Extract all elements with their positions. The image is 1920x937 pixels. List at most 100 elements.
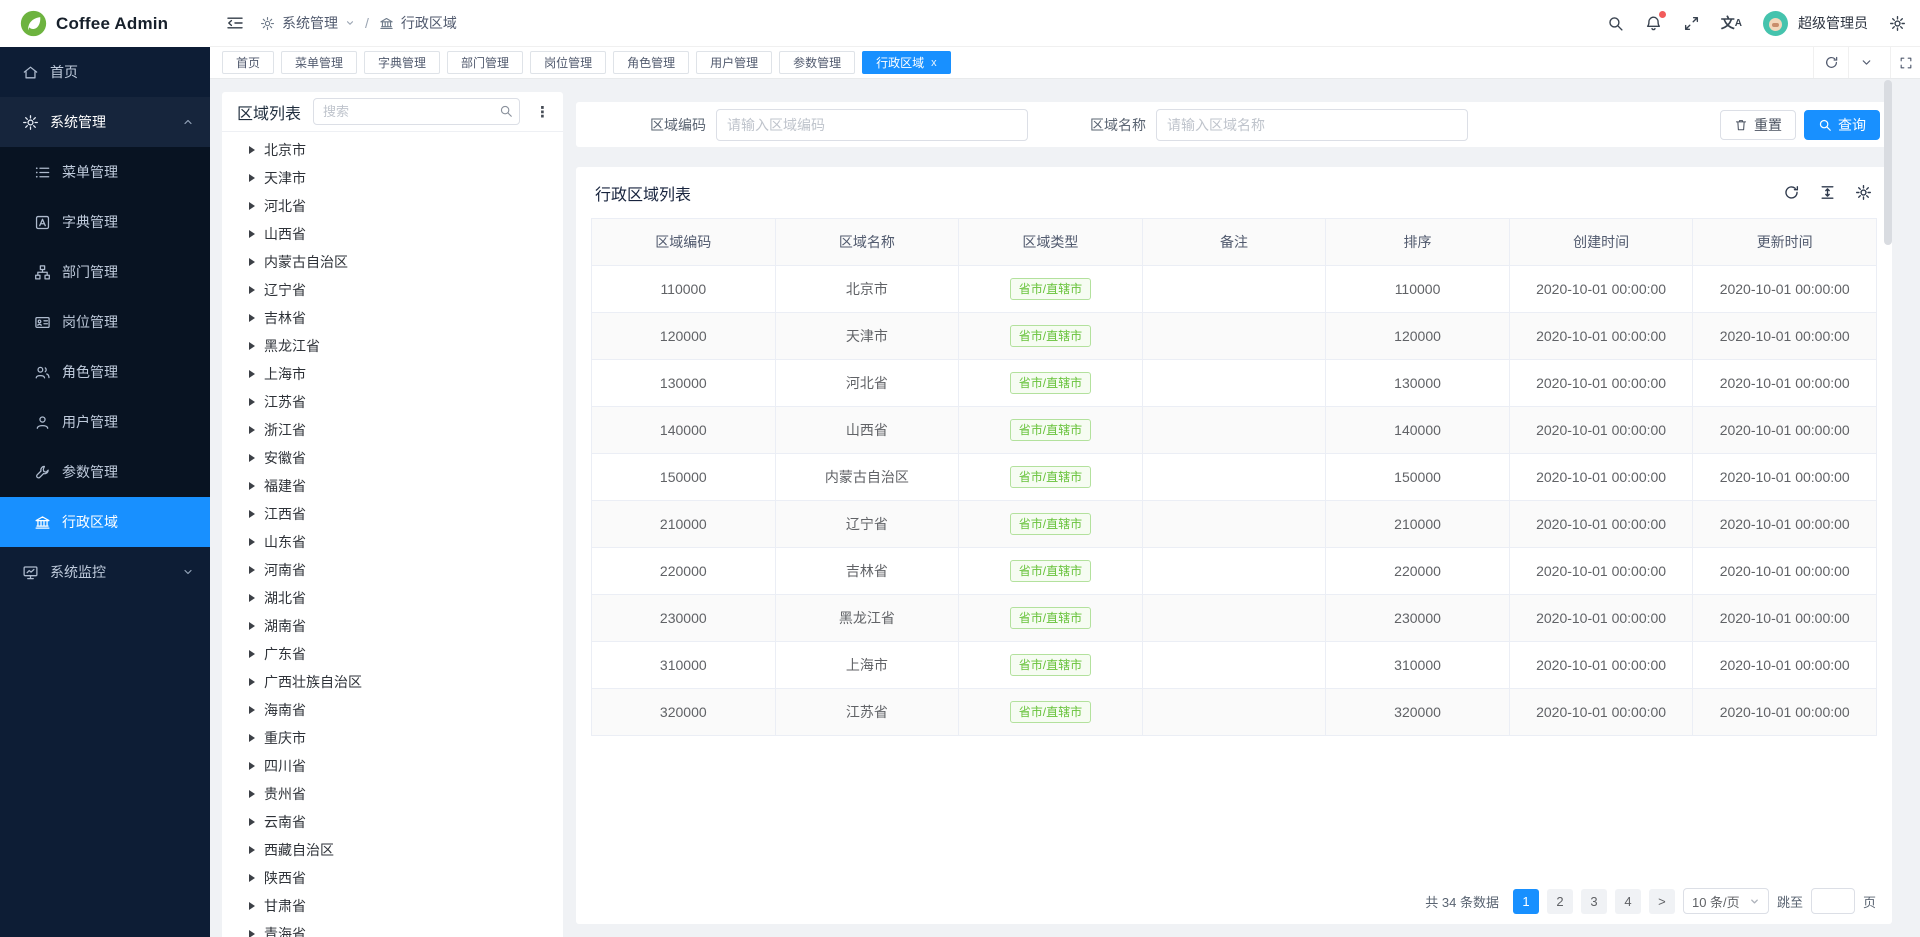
caret-right-icon[interactable]	[249, 286, 255, 294]
page-button[interactable]: 4	[1615, 889, 1641, 914]
page-button-active[interactable]: 1	[1513, 889, 1539, 914]
bell-icon[interactable]	[1645, 15, 1662, 32]
caret-right-icon[interactable]	[249, 258, 255, 266]
tree-item[interactable]: 北京市	[222, 136, 563, 164]
close-icon[interactable]: x	[931, 57, 937, 69]
page-size-select[interactable]: 10 条/页	[1683, 888, 1769, 914]
tab[interactable]: 首页	[222, 51, 274, 74]
sidebar-item-param-mgmt[interactable]: 参数管理	[0, 447, 210, 497]
sidebar-item-region[interactable]: 行政区域	[0, 497, 210, 547]
table-row[interactable]: 230000 黑龙江省 省市/直辖市 230000 2020-10-01 00:…	[592, 595, 1877, 642]
page-button[interactable]: 3	[1581, 889, 1607, 914]
caret-right-icon[interactable]	[249, 734, 255, 742]
caret-right-icon[interactable]	[249, 706, 255, 714]
refresh-icon[interactable]	[1783, 184, 1800, 201]
tree-item[interactable]: 江西省	[222, 500, 563, 528]
caret-right-icon[interactable]	[249, 398, 255, 406]
tree-item[interactable]: 贵州省	[222, 780, 563, 808]
tree-item[interactable]: 湖北省	[222, 584, 563, 612]
tree-item[interactable]: 天津市	[222, 164, 563, 192]
tree-item[interactable]: 四川省	[222, 752, 563, 780]
tree-item[interactable]: 河北省	[222, 192, 563, 220]
tree-item[interactable]: 云南省	[222, 808, 563, 836]
scrollbar-thumb[interactable]	[1884, 80, 1892, 245]
search-icon[interactable]	[1607, 15, 1624, 32]
gear-icon[interactable]	[1855, 184, 1872, 201]
page-button[interactable]: 2	[1547, 889, 1573, 914]
caret-right-icon[interactable]	[249, 566, 255, 574]
tree-item[interactable]: 海南省	[222, 696, 563, 724]
table-row[interactable]: 220000 吉林省 省市/直辖市 220000 2020-10-01 00:0…	[592, 548, 1877, 595]
table-row[interactable]: 210000 辽宁省 省市/直辖市 210000 2020-10-01 00:0…	[592, 501, 1877, 548]
tree-search-input[interactable]	[313, 98, 520, 125]
user-name[interactable]: 超级管理员	[1798, 13, 1868, 33]
tree-item[interactable]: 甘肃省	[222, 892, 563, 920]
jump-page-input[interactable]	[1811, 888, 1855, 914]
caret-right-icon[interactable]	[249, 622, 255, 630]
tree-item[interactable]: 湖南省	[222, 612, 563, 640]
tab[interactable]: 菜单管理	[281, 51, 357, 74]
sidebar-item-post-mgmt[interactable]: 岗位管理	[0, 297, 210, 347]
sidebar-item-dict-mgmt[interactable]: 字典管理	[0, 197, 210, 247]
caret-right-icon[interactable]	[249, 762, 255, 770]
tab[interactable]: 岗位管理	[530, 51, 606, 74]
tree-item[interactable]: 山东省	[222, 528, 563, 556]
tree-item[interactable]: 河南省	[222, 556, 563, 584]
tab[interactable]: 用户管理	[696, 51, 772, 74]
tree-item[interactable]: 广西壮族自治区	[222, 668, 563, 696]
caret-right-icon[interactable]	[249, 902, 255, 910]
table-row[interactable]: 120000 天津市 省市/直辖市 120000 2020-10-01 00:0…	[592, 313, 1877, 360]
sidebar-item-dept-mgmt[interactable]: 部门管理	[0, 247, 210, 297]
tree-item[interactable]: 青海省	[222, 920, 563, 937]
chevron-down-icon[interactable]	[1848, 47, 1883, 78]
tree-item[interactable]: 黑龙江省	[222, 332, 563, 360]
tree-item[interactable]: 浙江省	[222, 416, 563, 444]
sidebar-item-system[interactable]: 系统管理	[0, 97, 210, 147]
refresh-icon[interactable]	[1813, 47, 1848, 78]
maximize-icon[interactable]	[1890, 47, 1920, 78]
table-row[interactable]: 310000 上海市 省市/直辖市 310000 2020-10-01 00:0…	[592, 642, 1877, 689]
tab[interactable]: 角色管理	[613, 51, 689, 74]
caret-right-icon[interactable]	[249, 678, 255, 686]
region-name-input[interactable]	[1156, 109, 1468, 141]
caret-right-icon[interactable]	[249, 454, 255, 462]
table-row[interactable]: 320000 江苏省 省市/直辖市 320000 2020-10-01 00:0…	[592, 689, 1877, 736]
caret-right-icon[interactable]	[249, 482, 255, 490]
menu-fold-icon[interactable]	[226, 15, 244, 31]
translate-icon[interactable]: 文A	[1721, 13, 1742, 33]
tab-active-region[interactable]: 行政区域 x	[862, 51, 951, 74]
fullscreen-icon[interactable]	[1683, 15, 1700, 32]
tree-item[interactable]: 重庆市	[222, 724, 563, 752]
tree-item[interactable]: 广东省	[222, 640, 563, 668]
sidebar-item-monitor[interactable]: 系统监控	[0, 547, 210, 597]
caret-right-icon[interactable]	[249, 510, 255, 518]
sidebar-item-home[interactable]: 首页	[0, 47, 210, 97]
search-icon[interactable]	[499, 104, 513, 118]
tree-item[interactable]: 内蒙古自治区	[222, 248, 563, 276]
caret-right-icon[interactable]	[249, 426, 255, 434]
caret-right-icon[interactable]	[249, 874, 255, 882]
tree-item[interactable]: 山西省	[222, 220, 563, 248]
caret-right-icon[interactable]	[249, 650, 255, 658]
caret-right-icon[interactable]	[249, 146, 255, 154]
caret-right-icon[interactable]	[249, 314, 255, 322]
reset-button[interactable]: 重置	[1720, 110, 1796, 140]
table-row[interactable]: 140000 山西省 省市/直辖市 140000 2020-10-01 00:0…	[592, 407, 1877, 454]
next-page-button[interactable]: >	[1649, 889, 1675, 914]
sidebar-item-menu-mgmt[interactable]: 菜单管理	[0, 147, 210, 197]
chevron-down-icon[interactable]	[345, 18, 355, 28]
query-button[interactable]: 查询	[1804, 110, 1880, 140]
caret-right-icon[interactable]	[249, 930, 255, 937]
table-row[interactable]: 150000 内蒙古自治区 省市/直辖市 150000 2020-10-01 0…	[592, 454, 1877, 501]
caret-right-icon[interactable]	[249, 370, 255, 378]
tab[interactable]: 字典管理	[364, 51, 440, 74]
caret-right-icon[interactable]	[249, 538, 255, 546]
avatar[interactable]	[1763, 11, 1788, 36]
caret-right-icon[interactable]	[249, 818, 255, 826]
breadcrumb-section[interactable]: 系统管理	[282, 13, 338, 33]
tree-item[interactable]: 江苏省	[222, 388, 563, 416]
caret-right-icon[interactable]	[249, 174, 255, 182]
tree-item[interactable]: 辽宁省	[222, 276, 563, 304]
sidebar-item-role-mgmt[interactable]: 角色管理	[0, 347, 210, 397]
tree-item[interactable]: 上海市	[222, 360, 563, 388]
